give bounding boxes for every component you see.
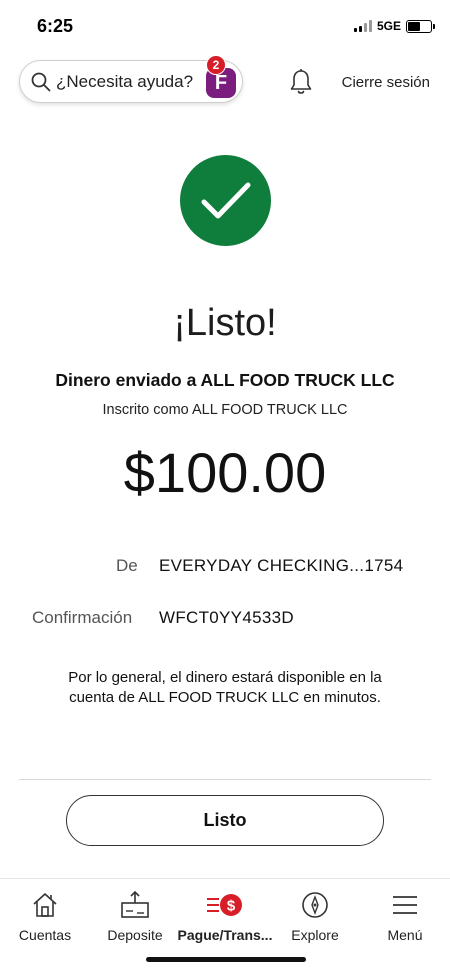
confirmation-number-value: WFCT0YY4533D [159,608,294,627]
tab-label: Explore [291,927,339,943]
battery-level [408,21,421,31]
pay-transfer-icon: $ [205,887,245,923]
page-title: ¡Listo! [173,302,277,344]
status-bar: 6:25 5GE [0,0,450,50]
done-button[interactable]: Listo [66,795,384,846]
svg-text:$: $ [227,898,236,915]
assistant-notification-badge: 2 [206,55,226,75]
network-label: 5GE [376,19,401,33]
signout-link[interactable]: Cierre sesión [342,74,430,91]
status-indicators: 5GE [353,19,435,33]
home-indicator[interactable] [146,957,306,962]
tab-explore[interactable]: Explore [270,879,360,949]
tab-menu[interactable]: Menú [360,879,450,949]
from-account-value: EVERYDAY CHECKING...1754 [159,556,404,575]
confirmation-label: Confirmación [32,608,133,627]
tab-label: Deposite [107,927,163,943]
signal-icon [353,20,372,32]
checkmark-icon [201,182,250,218]
amount-value: $100.00 [123,441,327,504]
recipient-line: Dinero enviado a ALL FOOD TRUCK LLC [55,370,395,390]
tab-cuentas[interactable]: Cuentas [0,879,90,949]
enrolled-line: Inscrito como ALL FOOD TRUCK LLC [102,402,348,418]
availability-note: Por lo general, el dinero estará disponi… [68,669,382,706]
tab-deposite[interactable]: Deposite [90,879,180,949]
compass-icon [300,887,330,923]
battery-icon [406,19,435,33]
success-checkmark-icon [180,155,271,246]
bell-icon[interactable] [288,68,314,96]
tab-label: Cuentas [18,927,72,943]
home-icon [30,887,60,923]
status-time: 6:25 [37,16,74,36]
deposit-icon [119,887,151,923]
tab-label: Pague/Trans... [177,927,273,943]
from-label: De [116,556,138,575]
tab-label: Menú [387,927,423,943]
header: ¿Necesita ayuda? F 2 Cierre sesión [0,55,450,106]
search-icon [31,72,51,91]
menu-icon [390,887,420,923]
divider [19,779,431,780]
help-search-label: ¿Necesita ayuda? [56,71,194,91]
tab-pague-transfiera[interactable]: $ Pague/Trans... [177,879,273,949]
